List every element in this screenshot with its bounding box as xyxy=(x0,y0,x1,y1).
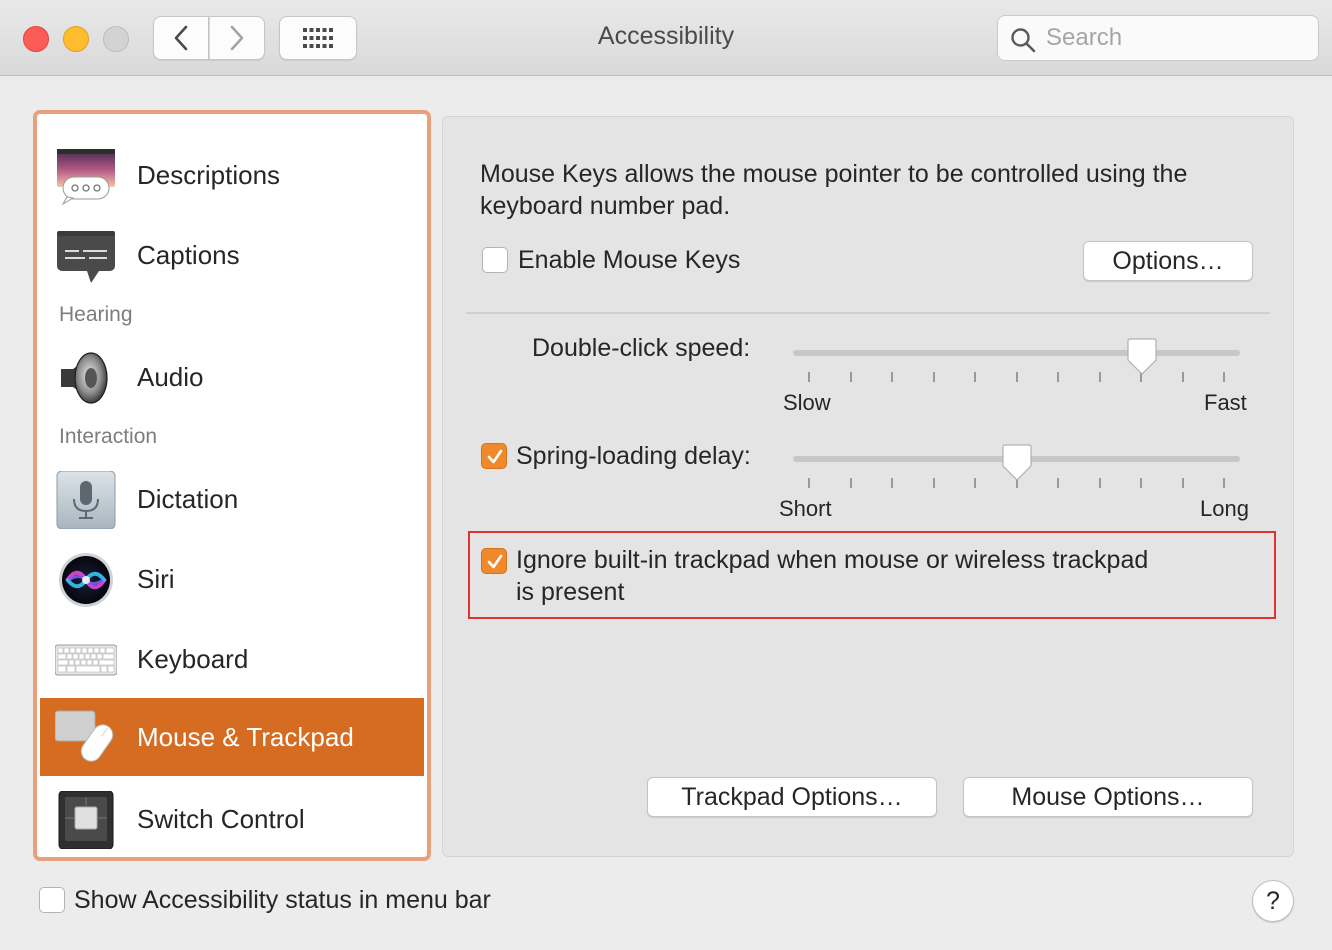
slider-tick xyxy=(850,372,852,382)
slider-min-label-short: Short xyxy=(779,496,832,521)
microphone-icon xyxy=(56,471,116,529)
sidebar-item-label: Siri xyxy=(137,564,175,594)
keyboard-icon xyxy=(55,644,117,676)
back-button[interactable] xyxy=(153,16,209,60)
sidebar-item-dictation[interactable]: Dictation xyxy=(40,460,424,538)
slider-tick xyxy=(808,372,810,382)
slider-tick xyxy=(1099,478,1101,488)
search-field[interactable] xyxy=(997,15,1319,61)
show-all-button[interactable] xyxy=(279,16,357,60)
siri-icon xyxy=(59,553,113,607)
slider-max-label-long: Long xyxy=(1200,496,1249,521)
slider-tick xyxy=(1223,478,1225,488)
captions-icon xyxy=(57,231,115,283)
slider-max-label-fast: Fast xyxy=(1204,390,1247,415)
show-status-label: Show Accessibility status in menu bar xyxy=(74,886,491,914)
section-header-interaction: Interaction xyxy=(59,425,158,448)
chevron-left-icon xyxy=(174,25,188,51)
mouse-keys-description: Mouse Keys allows the mouse pointer to b… xyxy=(480,160,1188,220)
sidebar-item-siri[interactable]: Siri xyxy=(40,540,424,618)
sidebar-item-descriptions[interactable]: Descriptions xyxy=(40,136,424,214)
mouse-trackpad-icon xyxy=(55,710,114,762)
descriptions-icon xyxy=(57,149,115,205)
ignore-trackpad-label-line1: Ignore built-in trackpad when mouse or w… xyxy=(516,546,1149,574)
sidebar-item-audio[interactable]: Audio xyxy=(40,338,424,416)
search-icon xyxy=(1011,28,1036,53)
sidebar-item-keyboard[interactable]: Keyboard xyxy=(40,620,424,698)
sidebar-item-mouse-trackpad[interactable]: Mouse & Trackpad xyxy=(40,698,424,776)
forward-button[interactable] xyxy=(209,16,265,60)
checkmark-icon xyxy=(487,449,503,464)
slider-tick xyxy=(1140,478,1142,488)
sidebar-list[interactable]: Descriptions Captions Hearing Audio Inte… xyxy=(40,117,424,854)
minimize-window-button[interactable] xyxy=(63,26,89,52)
spring-loading-checkbox[interactable] xyxy=(481,443,507,469)
sidebar-item-label: Captions xyxy=(137,240,240,270)
sidebar-item-switch-control[interactable]: Switch Control xyxy=(40,780,424,854)
sidebar-item-label: Switch Control xyxy=(137,804,305,834)
switch-control-icon xyxy=(58,791,114,849)
ignore-trackpad-checkbox[interactable] xyxy=(481,548,507,574)
sidebar-frame: Descriptions Captions Hearing Audio Inte… xyxy=(33,110,431,861)
slider-tick xyxy=(974,478,976,488)
sidebar-item-label: Descriptions xyxy=(137,160,281,190)
ignore-trackpad-label-line2: is present xyxy=(516,578,625,606)
slider-min-label-slow: Slow xyxy=(783,390,831,415)
spring-loading-label: Spring-loading delay: xyxy=(516,442,751,470)
slider-tick xyxy=(1057,478,1059,488)
slider-tick xyxy=(1182,372,1184,382)
enable-mouse-keys-label: Enable Mouse Keys xyxy=(518,246,741,274)
double-click-speed-label: Double-click speed: xyxy=(532,334,751,362)
slider-tick xyxy=(1223,372,1225,382)
slider-tick xyxy=(850,478,852,488)
section-divider xyxy=(466,312,1270,314)
slider-tick xyxy=(974,372,976,382)
title-bar: Accessibility xyxy=(0,0,1332,76)
sidebar-item-captions[interactable]: Captions xyxy=(40,216,424,294)
enable-mouse-keys-checkbox[interactable] xyxy=(482,247,508,273)
show-status-checkbox[interactable] xyxy=(39,887,65,913)
slider-tick xyxy=(1057,372,1059,382)
sidebar-item-label: Keyboard xyxy=(137,644,249,674)
zoom-window-button xyxy=(103,26,129,52)
checkmark-icon xyxy=(487,554,503,569)
grid-icon xyxy=(303,28,333,48)
slider-tick xyxy=(891,478,893,488)
trackpad-options-button[interactable]: Trackpad Options… xyxy=(647,777,937,817)
speaker-icon xyxy=(61,352,108,404)
chevron-right-icon xyxy=(230,25,244,51)
double-click-speed-thumb[interactable] xyxy=(1125,338,1159,376)
slider-tick xyxy=(1016,372,1018,382)
section-header-hearing: Hearing xyxy=(59,303,133,326)
slider-tick xyxy=(1099,372,1101,382)
slider-tick xyxy=(808,478,810,488)
double-click-speed-track[interactable] xyxy=(793,350,1240,356)
slider-tick xyxy=(933,478,935,488)
window-title: Accessibility xyxy=(597,22,735,50)
options-button[interactable]: Options… xyxy=(1083,241,1253,281)
close-window-button[interactable] xyxy=(23,26,49,52)
sidebar-item-label: Audio xyxy=(137,362,204,392)
sidebar-item-label: Mouse & Trackpad xyxy=(137,722,354,752)
slider-tick xyxy=(891,372,893,382)
spring-loading-thumb[interactable] xyxy=(1000,444,1034,482)
slider-tick xyxy=(1182,478,1184,488)
slider-tick xyxy=(933,372,935,382)
mouse-options-button[interactable]: Mouse Options… xyxy=(963,777,1253,817)
help-button[interactable]: ? xyxy=(1252,880,1294,922)
settings-panel xyxy=(442,116,1294,857)
search-input[interactable] xyxy=(1044,22,1304,54)
sidebar-item-label: Dictation xyxy=(137,484,239,514)
